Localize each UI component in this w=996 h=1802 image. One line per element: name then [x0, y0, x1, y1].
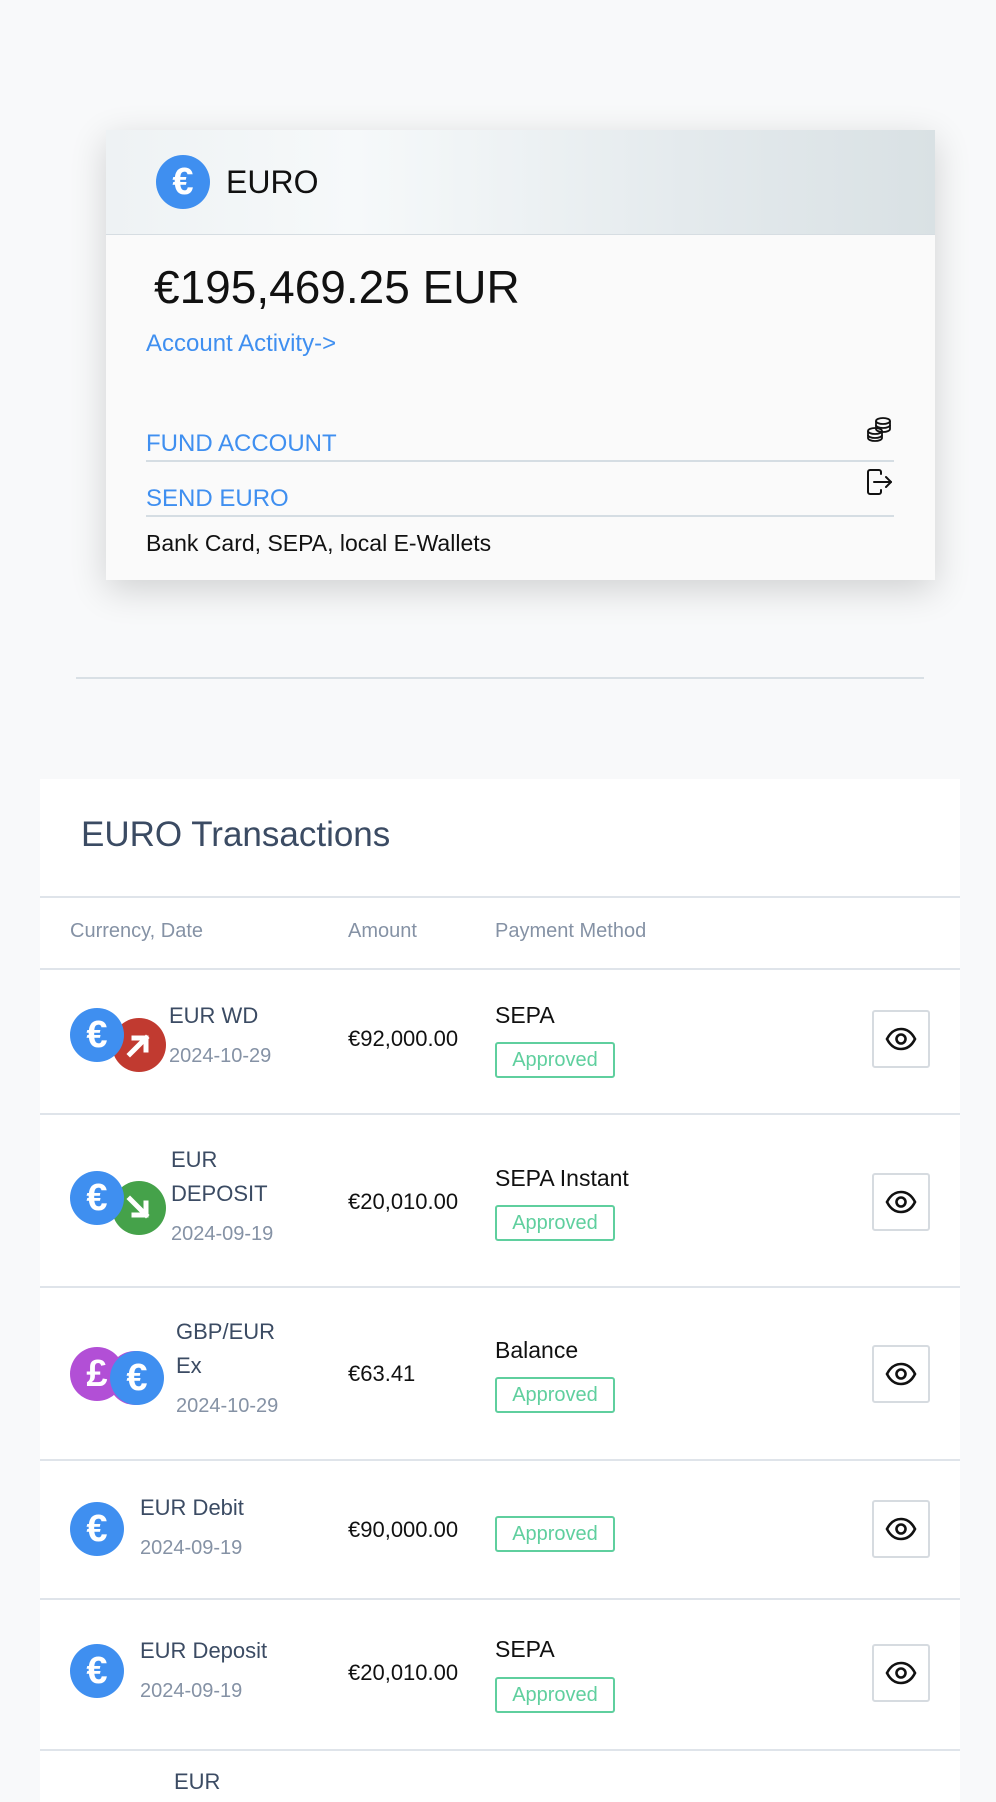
transactions-card: EURO Transactions Currency, Date Amount …: [40, 779, 960, 1802]
eye-icon[interactable]: [885, 1513, 917, 1545]
euro-coin-icon: €: [70, 1171, 124, 1225]
transaction-date: 2024-10-29: [169, 1045, 272, 1067]
euro-coin-icon: €: [70, 1644, 124, 1698]
transaction-name: EUR Deposit: [140, 1638, 268, 1663]
transaction-amount: €20,010.00: [348, 1189, 459, 1214]
table-row: € EUR Deposit 2024-09-19 €20,010.00 SEPA…: [40, 1600, 960, 1751]
view-button[interactable]: [872, 1500, 930, 1558]
payment-method: Balance: [495, 1337, 579, 1363]
status-badge: Approved: [495, 1042, 615, 1078]
status-badge: Approved: [495, 1516, 615, 1552]
transaction-name: EUR Debit: [140, 1495, 244, 1520]
transaction-amount: €63.41: [348, 1361, 416, 1386]
table-row: € EUR DEPOSIT 2024-09-19 €20,010.00 SEPA…: [40, 1115, 960, 1288]
table-row: £ € GBP/EUR Ex 2024-10-29 €63.41 Balance…: [40, 1288, 960, 1461]
table-header: Currency, Date Amount Payment Method: [40, 896, 960, 970]
column-amount: Amount: [348, 920, 417, 942]
transaction-date: 2024-09-19: [140, 1680, 243, 1702]
section-divider: [76, 677, 924, 679]
account-balance: €195,469.25 EUR: [154, 261, 520, 313]
column-payment-method: Payment Method: [495, 920, 647, 942]
view-button[interactable]: [872, 1345, 930, 1403]
payment-method: SEPA: [495, 1002, 555, 1028]
fund-account-action[interactable]: FUND ACCOUNT: [146, 417, 894, 462]
account-header: € EURO: [106, 130, 935, 235]
euro-coin-icon: €: [70, 1008, 124, 1062]
table-row: € EUR WD 2024-10-29 €92,000.00 SEPA Appr…: [40, 966, 960, 1115]
transaction-amount: €90,000.00: [348, 1517, 459, 1542]
transaction-amount: €92,000.00: [348, 1026, 459, 1051]
euro-coin-icon: €: [156, 155, 210, 209]
table-row: EUR: [40, 1751, 960, 1802]
eye-icon[interactable]: [885, 1657, 917, 1689]
account-title: EURO: [226, 163, 319, 200]
transactions-title: EURO Transactions: [81, 815, 391, 854]
transaction-amount: €20,010.00: [348, 1660, 459, 1685]
transaction-name: EUR DEPOSIT: [171, 1147, 268, 1206]
view-button[interactable]: [872, 1173, 930, 1231]
eye-icon[interactable]: [885, 1023, 917, 1055]
view-button[interactable]: [872, 1644, 930, 1702]
transaction-name: GBP/EUR Ex: [176, 1319, 276, 1378]
transaction-name: EUR WD: [169, 1003, 259, 1028]
logout-arrow-icon[interactable]: [864, 467, 894, 497]
euro-account-card: € EURO €195,469.25 EUR Account Activity-…: [106, 130, 935, 580]
status-badge: Approved: [495, 1677, 615, 1713]
coins-stack-icon[interactable]: [864, 414, 894, 444]
euro-coin-icon: €: [110, 1351, 164, 1405]
status-badge: Approved: [495, 1377, 615, 1413]
payment-method: SEPA Instant: [495, 1165, 629, 1191]
eye-icon[interactable]: [885, 1358, 917, 1390]
transaction-date: 2024-09-19: [171, 1223, 274, 1245]
send-euro-action[interactable]: SEND EURO: [146, 469, 894, 517]
table-row: € EUR Debit 2024-09-19 €90,000.00 Approv…: [40, 1461, 960, 1600]
transaction-name: EUR: [174, 1769, 221, 1794]
eye-icon[interactable]: [885, 1186, 917, 1218]
account-activity-link[interactable]: Account Activity->: [146, 330, 336, 358]
status-badge: Approved: [495, 1205, 615, 1241]
transaction-date: 2024-09-19: [140, 1537, 243, 1559]
fund-account-label[interactable]: FUND ACCOUNT: [146, 430, 337, 458]
euro-coin-icon: €: [70, 1502, 124, 1556]
payment-methods-note: Bank Card, SEPA, local E-Wallets: [146, 530, 492, 556]
transaction-date: 2024-10-29: [176, 1395, 279, 1417]
send-euro-label[interactable]: SEND EURO: [146, 485, 289, 513]
view-button[interactable]: [872, 1010, 930, 1068]
payment-method: SEPA: [495, 1636, 555, 1662]
column-currency-date: Currency, Date: [70, 920, 204, 942]
